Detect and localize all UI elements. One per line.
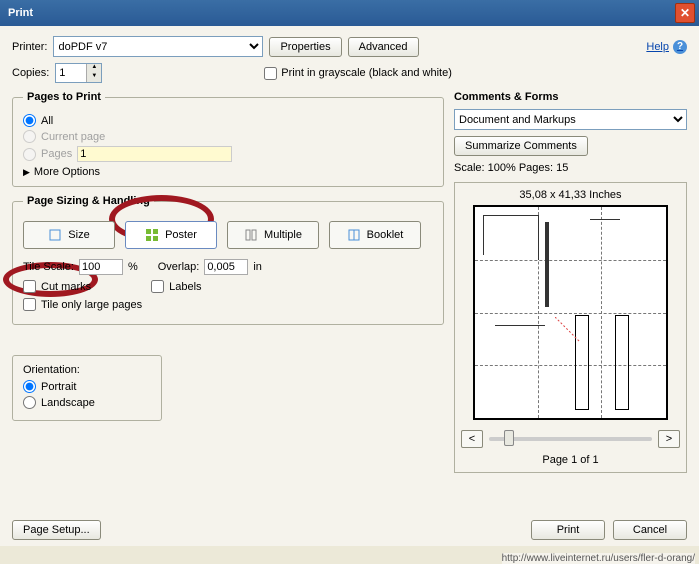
next-page-button[interactable]: > (658, 430, 680, 448)
preview-panel: 35,08 x 41,33 Inches < (454, 182, 687, 473)
tileonly-checkbox[interactable] (23, 298, 36, 311)
copies-spinner[interactable]: ▲▼ (55, 63, 102, 83)
size-icon (48, 228, 62, 242)
orientation-group: Orientation: Portrait Landscape (12, 355, 162, 421)
multiple-icon (244, 228, 258, 242)
window-title: Print (8, 7, 33, 19)
pages-to-print-group: Pages to Print All Current page Pages ▶M… (12, 91, 444, 187)
grayscale-label: Print in grayscale (black and white) (281, 67, 452, 79)
titlebar: Print ✕ (0, 0, 699, 26)
more-options-toggle[interactable]: ▶More Options (23, 166, 433, 178)
pages-input[interactable] (77, 146, 232, 162)
page-slider[interactable] (489, 437, 652, 441)
summarize-button[interactable]: Summarize Comments (454, 136, 588, 156)
grayscale-checkbox[interactable] (264, 67, 277, 80)
printer-select[interactable]: doPDF v7 (53, 36, 263, 57)
preview-dims: 35,08 x 41,33 Inches (461, 189, 680, 201)
spin-up[interactable]: ▲ (86, 64, 101, 73)
footer-url: http://www.liveinternet.ru/users/fler-d-… (502, 553, 695, 564)
overlap-label: Overlap: (158, 261, 200, 273)
close-button[interactable]: ✕ (675, 3, 695, 23)
pages-radio (23, 148, 36, 161)
landscape-radio[interactable] (23, 396, 36, 409)
copies-label: Copies: (12, 67, 49, 79)
booklet-icon (347, 228, 361, 242)
help-icon: ? (673, 40, 687, 54)
advanced-button[interactable]: Advanced (348, 37, 419, 57)
multiple-button[interactable]: Multiple (227, 221, 319, 249)
size-button[interactable]: Size (23, 221, 115, 249)
poster-icon (145, 228, 159, 242)
properties-button[interactable]: Properties (269, 37, 341, 57)
spin-down[interactable]: ▼ (86, 73, 101, 82)
page-indicator: Page 1 of 1 (461, 454, 680, 466)
preview-canvas (473, 205, 668, 420)
orientation-label: Orientation: (23, 364, 151, 376)
pages-legend: Pages to Print (23, 91, 105, 103)
comments-select[interactable]: Document and Markups (454, 109, 687, 130)
booklet-button[interactable]: Booklet (329, 221, 421, 249)
scale-text: Scale: 100% Pages: 15 (454, 162, 687, 174)
cancel-button[interactable]: Cancel (613, 520, 687, 540)
tilescale-input[interactable] (79, 259, 123, 275)
help-link[interactable]: Help ? (646, 40, 687, 54)
overlap-input[interactable] (204, 259, 248, 275)
all-radio[interactable] (23, 114, 36, 127)
poster-button[interactable]: Poster (125, 221, 217, 249)
printer-label: Printer: (12, 41, 47, 53)
sizing-group: Page Sizing & Handling Size Poster Multi… (12, 195, 444, 325)
copies-input[interactable] (56, 64, 86, 82)
cutmarks-checkbox[interactable] (23, 280, 36, 293)
tilescale-label: Tile Scale: (23, 261, 74, 273)
current-radio (23, 130, 36, 143)
portrait-radio[interactable] (23, 380, 36, 393)
print-button[interactable]: Print (531, 520, 605, 540)
labels-checkbox[interactable] (151, 280, 164, 293)
page-setup-button[interactable]: Page Setup... (12, 520, 101, 540)
comments-legend: Comments & Forms (454, 91, 687, 103)
prev-page-button[interactable]: < (461, 430, 483, 448)
